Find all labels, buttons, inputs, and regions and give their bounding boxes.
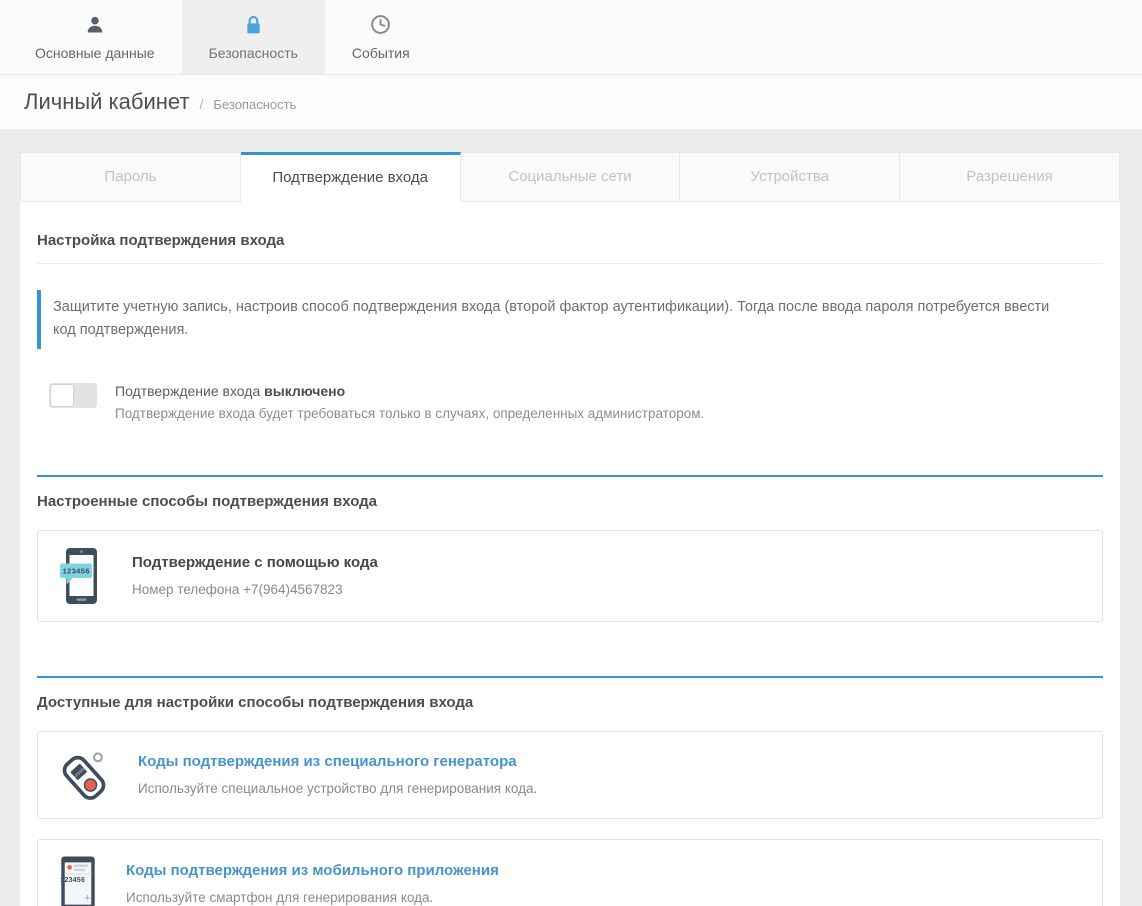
toggle-label-prefix: Подтверждение входа [115, 383, 264, 399]
tab-permissions[interactable]: Разрешения [900, 152, 1120, 202]
nav-item-label: Безопасность [209, 45, 298, 61]
nav-item-events[interactable]: События [325, 0, 437, 74]
configured-method-title: Подтверждение с помощью кода [132, 554, 378, 571]
nav-item-label: Основные данные [35, 45, 155, 61]
nav-item-security[interactable]: Безопасность [182, 0, 325, 74]
top-nav: Основные данные Безопасность События [0, 0, 1142, 75]
login-confirmation-toggle[interactable] [49, 383, 97, 408]
configured-method-subtitle: Номер телефона +7(964)4567823 [132, 582, 378, 597]
app-code-text: 123456 [60, 877, 85, 885]
available-method-card-mobile-app: 123456 + Коды подтверждения из мобильног… [37, 839, 1103, 906]
configured-method-card-sms: 123456 Подтверждение с помощью кода Номе… [37, 530, 1103, 622]
breadcrumb-separator: / [200, 96, 204, 112]
nav-item-main-data[interactable]: Основные данные [8, 0, 182, 74]
token-method-link[interactable]: Коды подтверждения из специального генер… [138, 753, 517, 770]
token-icon: 123456 [58, 748, 110, 802]
app-plus-text: + [84, 892, 90, 904]
token-method-subtitle: Используйте специальное устройство для г… [138, 781, 537, 796]
toggle-state-value: выключено [264, 383, 345, 399]
tab-panel: Настройка подтверждения входа Защитите у… [20, 202, 1120, 906]
tab-social-networks[interactable]: Социальные сети [461, 152, 681, 202]
phone-code-text: 123456 [62, 568, 90, 576]
breadcrumb-section: Безопасность [213, 97, 296, 112]
lock-icon [244, 14, 263, 36]
page-title: Личный кабинет [24, 89, 190, 115]
mobile-app-icon: 123456 + [58, 856, 98, 906]
tab-strip: Пароль Подтверждение входа Социальные се… [20, 152, 1120, 202]
user-icon [85, 14, 105, 36]
available-section-heading: Доступные для настройки способы подтверж… [37, 678, 1103, 711]
toggle-description: Подтверждение входа будет требоваться то… [115, 406, 704, 421]
mobile-app-method-link[interactable]: Коды подтверждения из мобильного приложе… [126, 862, 499, 879]
toggle-label: Подтверждение входа выключено [115, 381, 704, 403]
tab-devices[interactable]: Устройства [680, 152, 900, 202]
main-content: Пароль Подтверждение входа Социальные се… [20, 152, 1120, 906]
tab-login-confirmation[interactable]: Подтверждение входа [241, 152, 461, 202]
breadcrumb: Личный кабинет / Безопасность [0, 75, 1142, 130]
mobile-app-method-subtitle: Используйте смартфон для генерирования к… [126, 890, 499, 905]
toggle-knob [50, 384, 74, 407]
login-confirmation-toggle-row: Подтверждение входа выключено Подтвержде… [49, 381, 1103, 421]
tab-password[interactable]: Пароль [20, 152, 241, 202]
clock-icon [370, 14, 391, 36]
security-settings-page: Основные данные Безопасность События Лич… [0, 0, 1142, 906]
setup-section-heading: Настройка подтверждения входа [37, 216, 1103, 264]
nav-item-label: События [352, 45, 410, 61]
available-method-card-token: 123456 Коды подтверждения из специальног… [37, 731, 1103, 819]
phone-sms-icon: 123456 [58, 547, 104, 605]
configured-section-heading: Настроенные способы подтверждения входа [37, 477, 1103, 510]
info-note: Защитите учетную запись, настроив способ… [37, 290, 1087, 349]
